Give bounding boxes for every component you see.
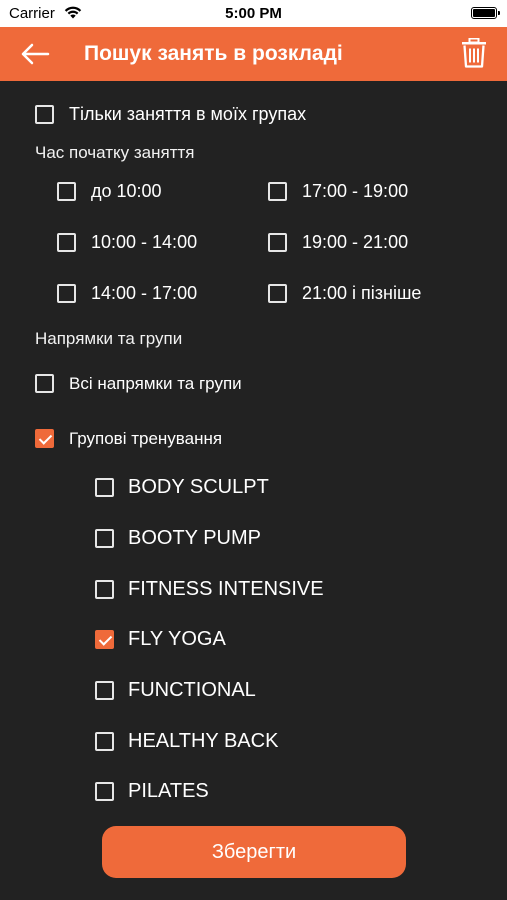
group-training-label: Групові тренування <box>69 429 223 448</box>
my-groups-only-label: Тільки заняття в моїх групах <box>69 104 307 124</box>
arrow-left-icon[interactable] <box>20 42 50 66</box>
time-option-label: 21:00 і пізніше <box>302 283 422 303</box>
save-button[interactable]: Зберегти <box>102 826 406 878</box>
time-option-label: 14:00 - 17:00 <box>91 283 198 303</box>
group-item-label: FITNESS INTENSIVE <box>128 578 324 600</box>
checkbox[interactable] <box>95 681 114 700</box>
checkbox[interactable] <box>95 732 114 751</box>
checkbox[interactable] <box>95 782 114 801</box>
group-item-label: HEALTHY BACK <box>128 730 279 752</box>
battery-icon <box>471 7 500 19</box>
checkbox[interactable] <box>57 233 76 252</box>
checkbox[interactable] <box>95 529 114 548</box>
checkbox[interactable] <box>57 284 76 303</box>
checkbox[interactable] <box>268 233 287 252</box>
time-option-label: 17:00 - 19:00 <box>302 181 409 201</box>
my-groups-only-checkbox[interactable] <box>35 105 54 124</box>
group-item-label: BOOTY PUMP <box>128 527 261 549</box>
group-item-label: BODY SCULPT <box>128 476 269 498</box>
group-item-label: FLY YOGA <box>128 628 226 650</box>
header-bar: Пошук занять в розкладі <box>0 27 507 81</box>
checkbox[interactable] <box>95 580 114 599</box>
status-bar: Carrier 5:00 PM <box>0 0 507 27</box>
page-title: Пошук занять в розкладі <box>84 42 343 65</box>
clock: 5:00 PM <box>225 5 282 22</box>
checkbox[interactable] <box>268 182 287 201</box>
trash-icon[interactable] <box>461 38 487 68</box>
checkbox[interactable] <box>268 284 287 303</box>
start-time-heading: Час початку заняття <box>35 143 195 162</box>
time-option-label: 10:00 - 14:00 <box>91 232 198 252</box>
checkbox[interactable] <box>95 478 114 497</box>
time-option-label: 19:00 - 21:00 <box>302 232 409 252</box>
directions-heading: Напрямки та групи <box>35 329 183 348</box>
checkbox[interactable] <box>57 182 76 201</box>
group-item-label: FUNCTIONAL <box>128 679 256 701</box>
all-directions-label: Всі напрямки та групи <box>69 374 242 393</box>
all-directions-checkbox[interactable] <box>35 374 54 393</box>
group-training-checkbox[interactable] <box>35 429 54 448</box>
time-option-label: до 10:00 <box>91 181 162 201</box>
checkbox[interactable] <box>95 630 114 649</box>
group-item-label: PILATES <box>128 780 209 802</box>
